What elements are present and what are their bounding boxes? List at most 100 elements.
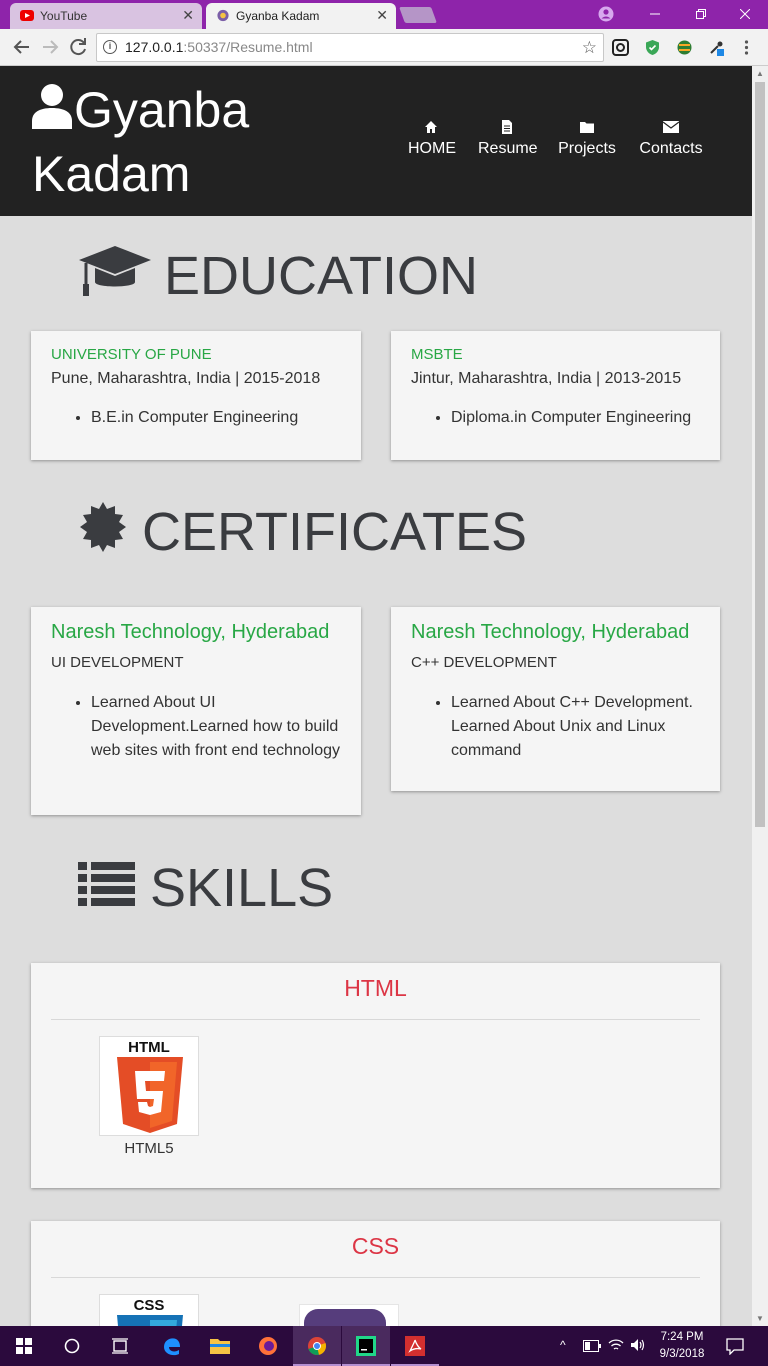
scrollbar-thumb[interactable]: [755, 82, 765, 827]
clock-time: 7:24 PM: [660, 1331, 704, 1343]
list-item: Diploma.in Computer Engineering: [451, 406, 700, 430]
envelope-icon: [663, 121, 679, 133]
certificate-card: Naresh Technology, Hyderabad C++ DEVELOP…: [391, 607, 720, 791]
taskbar-firefox[interactable]: [244, 1326, 292, 1366]
taskbar: ^ 7:24 PM 9/3/2018: [0, 1326, 768, 1366]
close-window-button[interactable]: [722, 0, 768, 29]
url-path: :50337/Resume.html: [183, 39, 313, 55]
list-icon: [78, 862, 135, 906]
css3-shield-icon: [117, 1315, 183, 1326]
address-bar[interactable]: i 127.0.0.1:50337/Resume.html ☆: [96, 33, 604, 62]
restore-icon: [696, 9, 706, 19]
search-button[interactable]: [48, 1326, 96, 1366]
divider: [51, 1019, 700, 1020]
globe-extension-icon[interactable]: [676, 39, 693, 56]
url-text: 127.0.0.1:50337/Resume.html: [125, 34, 313, 61]
battery-icon[interactable]: [583, 1340, 601, 1352]
restore-button[interactable]: [678, 0, 724, 29]
eyedropper-icon[interactable]: [708, 39, 725, 56]
new-tab-button[interactable]: [399, 7, 437, 23]
action-center-icon[interactable]: [726, 1337, 744, 1355]
chrome-icon: [308, 1337, 327, 1356]
certificate-course: UI DEVELOPMENT: [51, 654, 184, 671]
certificate-institute: Naresh Technology, Hyderabad: [51, 621, 330, 643]
nav-label: Resume: [478, 140, 538, 157]
system-clock[interactable]: 7:24 PM 9/3/2018: [652, 1329, 712, 1363]
skill-group-title: HTML: [344, 975, 407, 1001]
home-icon: [425, 121, 437, 133]
tab-gyanba-kadam[interactable]: Gyanba Kadam ✕: [206, 3, 396, 29]
detail-list: Learned About C++ Development. Learned A…: [451, 691, 700, 763]
reload-icon[interactable]: [66, 35, 90, 59]
graduation-cap-icon: [79, 246, 151, 296]
html5-shield-icon: [117, 1057, 183, 1133]
webstorm-icon: [356, 1336, 376, 1356]
taskbar-chrome[interactable]: [293, 1326, 341, 1366]
detail-list: Diploma.in Computer Engineering: [451, 406, 700, 430]
acrobat-icon: [405, 1336, 425, 1356]
skill-group-css: CSS CSS: [31, 1221, 720, 1326]
page-viewport: Gyanba Kadam HOME Resume Projects Contac…: [0, 66, 752, 1326]
nav-label: Projects: [558, 140, 616, 157]
volume-icon[interactable]: [630, 1338, 646, 1352]
certificate-institute: Naresh Technology, Hyderabad: [411, 621, 690, 643]
section-title: EDUCATION: [164, 246, 479, 306]
section-title: CERTIFICATES: [142, 502, 528, 562]
browser-toolbar: i 127.0.0.1:50337/Resume.html ☆: [0, 29, 768, 66]
minimize-button[interactable]: [632, 0, 678, 29]
youtube-icon: [20, 10, 34, 21]
profile-icon[interactable]: [598, 6, 614, 22]
tab-title: YouTube: [40, 9, 88, 23]
taskbar-acrobat[interactable]: [391, 1326, 439, 1366]
tab-youtube[interactable]: YouTube ✕: [10, 3, 202, 29]
vertical-scrollbar[interactable]: ▲ ▼: [752, 66, 768, 1326]
scroll-down-icon[interactable]: ▼: [756, 1314, 764, 1323]
task-view-button[interactable]: [96, 1326, 144, 1366]
show-hidden-icons-icon[interactable]: ^: [560, 1338, 566, 1352]
certificates-heading: CERTIFICATES: [78, 502, 527, 562]
info-icon[interactable]: i: [103, 40, 117, 54]
search-circle-icon: [64, 1338, 80, 1354]
skill-group-html: HTML HTML HTML5: [31, 963, 720, 1188]
webstorm-favicon-icon: [217, 9, 229, 22]
scroll-up-icon[interactable]: ▲: [756, 69, 764, 78]
nav-projects[interactable]: Projects: [557, 120, 617, 158]
menu-dots-icon[interactable]: [738, 39, 755, 56]
brand-title[interactable]: Gyanba Kadam: [32, 78, 332, 206]
start-button[interactable]: [0, 1326, 48, 1366]
certificate-course: C++ DEVELOPMENT: [411, 654, 557, 671]
logo-text: HTML: [128, 1039, 170, 1056]
list-item: Learned About UI Development.Learned how…: [91, 691, 341, 763]
detail-list: Learned About UI Development.Learned how…: [91, 691, 341, 763]
skill-caption: HTML5: [124, 1140, 174, 1157]
folder-icon: [580, 122, 594, 133]
minimize-icon: [650, 13, 660, 15]
css3-logo[interactable]: CSS: [99, 1294, 199, 1326]
close-tab-icon[interactable]: ✕: [376, 3, 388, 27]
nav-home[interactable]: HOME: [408, 120, 456, 158]
education-card: UNIVERSITY OF PUNE Pune, Maharashtra, In…: [31, 331, 361, 460]
taskbar-webstorm[interactable]: [342, 1326, 390, 1366]
task-view-icon: [112, 1338, 128, 1354]
shield-icon[interactable]: [644, 39, 661, 56]
clock-date: 9/3/2018: [659, 1348, 705, 1360]
extension-icon[interactable]: [612, 39, 629, 56]
html5-logo[interactable]: HTML: [99, 1036, 199, 1136]
list-item: B.E.in Computer Engineering: [91, 406, 341, 430]
user-icon: [32, 84, 72, 129]
bootstrap-logo[interactable]: [299, 1304, 399, 1326]
nav-resume[interactable]: Resume: [478, 120, 538, 158]
back-arrow-icon[interactable]: [10, 35, 34, 59]
taskbar-file-explorer[interactable]: [196, 1326, 244, 1366]
wifi-icon[interactable]: [608, 1338, 624, 1352]
divider: [51, 1277, 700, 1278]
file-icon: [502, 120, 512, 134]
close-tab-icon[interactable]: ✕: [182, 3, 194, 27]
taskbar-edge[interactable]: [148, 1326, 196, 1366]
bookmark-star-icon[interactable]: ☆: [582, 34, 597, 61]
nav-contacts[interactable]: Contacts: [638, 120, 704, 158]
url-host: 127.0.0.1: [125, 39, 184, 55]
forward-arrow-icon[interactable]: [38, 35, 62, 59]
location-years: Pune, Maharashtra, India | 2015-2018: [51, 370, 321, 387]
section-title: SKILLS: [150, 858, 334, 918]
